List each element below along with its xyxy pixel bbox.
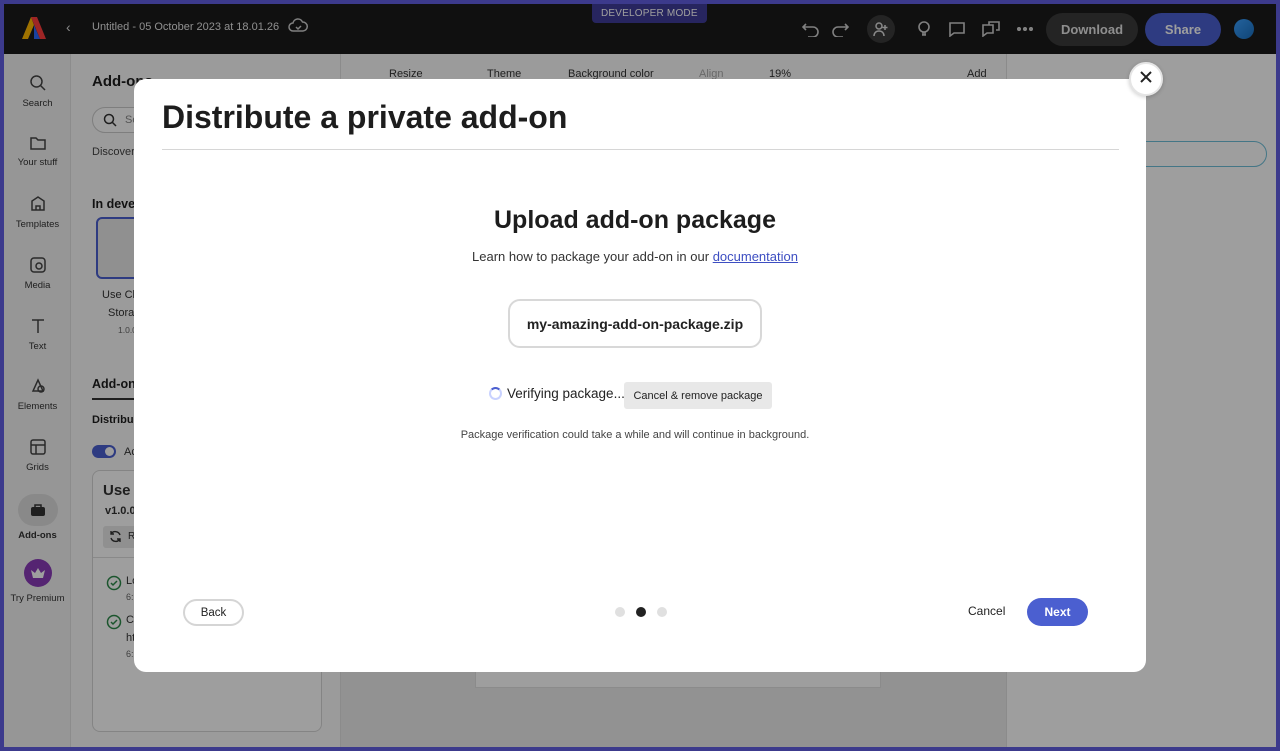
upload-title: Upload add-on package (494, 206, 776, 234)
verifying-text: Verifying package... (507, 386, 625, 401)
cancel-button[interactable]: Cancel (968, 604, 1005, 618)
loading-spinner-icon (489, 387, 502, 400)
step-dot (615, 607, 625, 617)
learn-text-prefix: Learn how to package your add-on in our (472, 249, 710, 264)
verifying-status: Verifying package... (489, 386, 625, 401)
verification-note: Package verification could take a while … (460, 429, 810, 441)
cancel-remove-package-button[interactable]: Cancel & remove package (624, 382, 772, 409)
close-button[interactable] (1129, 62, 1163, 96)
modal-title: Distribute a private add-on (162, 99, 568, 135)
step-dot (657, 607, 667, 617)
back-button[interactable]: Back (183, 599, 244, 626)
close-icon (1140, 70, 1152, 88)
distribute-modal: Distribute a private add-on Upload add-o… (134, 62, 1163, 672)
step-indicator (615, 607, 667, 617)
app-window: DEVELOPER MODE ‹ Untitled - 05 October 2… (4, 4, 1276, 747)
next-button[interactable]: Next (1027, 598, 1088, 626)
learn-text: Learn how to package your add-on in our … (134, 249, 1136, 264)
step-dot-active (636, 607, 646, 617)
package-filename: my-amazing-add-on-package.zip (508, 299, 762, 348)
documentation-link[interactable]: documentation (713, 249, 798, 264)
divider (162, 149, 1119, 150)
